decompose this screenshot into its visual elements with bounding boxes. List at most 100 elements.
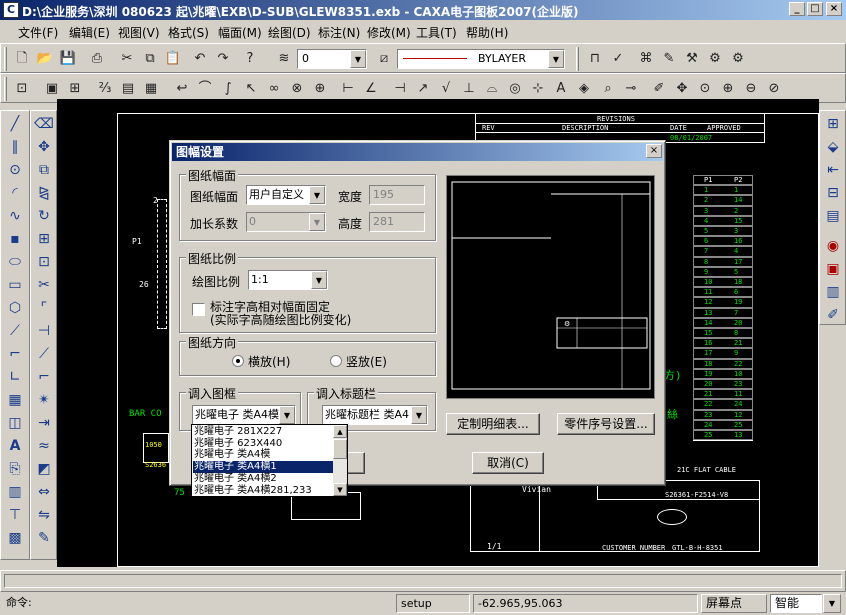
titleblock-select[interactable]: 兆曜标题栏 类A4 ▼: [322, 405, 428, 425]
note-icon[interactable]: ✐: [822, 304, 844, 326]
pointer-icon[interactable]: ↖: [240, 78, 262, 100]
check-icon[interactable]: ✓: [607, 48, 629, 70]
center-mark-icon[interactable]: ⊹: [527, 78, 549, 100]
chevron-down-icon[interactable]: ▼: [411, 406, 427, 424]
curve-icon[interactable]: ∫: [217, 78, 239, 100]
stretch-icon[interactable]: ⇥: [33, 412, 55, 434]
scroll-up-icon[interactable]: ▲: [333, 425, 347, 438]
toolbar-grip[interactable]: [576, 47, 579, 71]
search-icon[interactable]: ⌕: [597, 78, 619, 100]
scroll-down-icon[interactable]: ▼: [333, 483, 347, 496]
angle-dim-icon[interactable]: ∠: [360, 78, 382, 100]
zoom-window-icon[interactable]: ⊙: [694, 78, 716, 100]
fixed-text-height-checkbox[interactable]: [192, 303, 205, 316]
chevron-down-icon[interactable]: ▼: [311, 271, 327, 289]
paste-icon[interactable]: 📋: [162, 48, 184, 70]
settings-icon[interactable]: ⚙: [727, 48, 749, 70]
part-number-icon[interactable]: ⅔: [94, 78, 116, 100]
command-prompt[interactable]: 命令:: [2, 594, 392, 613]
rectangle-icon[interactable]: ▭: [4, 274, 26, 296]
mirror-icon[interactable]: ⧎: [33, 182, 55, 204]
record-icon[interactable]: ◉: [822, 235, 844, 257]
arc-icon[interactable]: ◜: [4, 182, 26, 204]
menu-draw[interactable]: 绘图(D): [268, 24, 311, 41]
align-icon[interactable]: ⇋: [33, 504, 55, 526]
snap-mode-select[interactable]: 智能: [770, 594, 822, 613]
circle-icon[interactable]: ⊙: [4, 159, 26, 181]
chevron-down-icon[interactable]: ▼: [350, 50, 366, 68]
cube-icon[interactable]: ⬙: [822, 136, 844, 158]
snap-icon[interactable]: ⊓: [584, 48, 606, 70]
text-icon[interactable]: A: [550, 78, 572, 100]
screen-point-toggle[interactable]: 屏幕点: [701, 594, 767, 613]
menu-format[interactable]: 格式(S): [168, 24, 209, 41]
cut-icon[interactable]: ✂: [116, 48, 138, 70]
part-number-settings-button[interactable]: 零件序号设置...: [557, 413, 655, 435]
cancel-button[interactable]: 取消(C): [472, 452, 544, 474]
height-field[interactable]: 281: [369, 212, 425, 232]
maximize-button[interactable]: □: [807, 2, 823, 16]
spline-icon[interactable]: ∿: [4, 205, 26, 227]
crosshair-icon[interactable]: ⊕: [309, 78, 331, 100]
align-icon[interactable]: ⇤: [822, 159, 844, 181]
table-icon[interactable]: ▦: [140, 78, 162, 100]
arc-icon[interactable]: ⌒: [194, 78, 216, 100]
point-icon[interactable]: ▪: [4, 228, 26, 250]
chevron-down-icon[interactable]: ▼: [279, 406, 295, 424]
ellipse-icon[interactable]: ⬭: [4, 251, 26, 273]
fillet-icon[interactable]: ⌜: [33, 297, 55, 319]
chamfer-icon[interactable]: ⟋: [33, 343, 55, 365]
undo-icon[interactable]: ↶: [189, 48, 211, 70]
pen-icon[interactable]: ✐: [648, 78, 670, 100]
centerline-icon[interactable]: ⌐: [4, 343, 26, 365]
brush-icon[interactable]: ✎: [33, 527, 55, 549]
width-field[interactable]: 195: [369, 185, 425, 205]
frame-option[interactable]: 兆曜电子 623X440: [193, 438, 333, 450]
attribute-icon[interactable]: ⌘: [635, 48, 657, 70]
zoom-out-icon[interactable]: ⊖: [740, 78, 762, 100]
chevron-down-icon[interactable]: ▼: [823, 594, 841, 613]
dimension-icon[interactable]: ⊢: [337, 78, 359, 100]
break-icon[interactable]: ⌐: [33, 366, 55, 388]
custom-bom-button[interactable]: 定制明细表...: [446, 413, 540, 435]
menu-edit[interactable]: 编辑(E): [69, 24, 110, 41]
hatch-icon[interactable]: ⊗: [286, 78, 308, 100]
titleblock-icon[interactable]: ⊞: [64, 78, 86, 100]
line-icon[interactable]: ╱: [4, 113, 26, 135]
tolerance-icon[interactable]: ⊣: [389, 78, 411, 100]
dialog-close-button[interactable]: ×: [646, 144, 662, 158]
frame-option[interactable]: 兆曜电子 类A4横1: [193, 461, 333, 474]
block-icon[interactable]: ◫: [4, 412, 26, 434]
equidistant-icon[interactable]: ∟: [4, 366, 26, 388]
open-folder-icon[interactable]: 📂: [34, 48, 56, 70]
frame-option[interactable]: 兆曜电子 类A4横281,233: [193, 485, 333, 497]
redo-icon[interactable]: ↷: [212, 48, 234, 70]
extend-icon[interactable]: ⊣: [33, 320, 55, 342]
view-all-icon[interactable]: ⊡: [11, 78, 33, 100]
toolbar-grip[interactable]: [4, 77, 7, 101]
camera-icon[interactable]: ▣: [822, 258, 844, 280]
scale-icon[interactable]: ⊡: [33, 251, 55, 273]
menu-tools[interactable]: 工具(T): [416, 24, 457, 41]
zoom-in-icon[interactable]: ⊕: [717, 78, 739, 100]
copy-icon[interactable]: ⧉: [33, 159, 55, 181]
table-icon[interactable]: ▤: [822, 205, 844, 227]
polyline-icon[interactable]: ⟋: [4, 320, 26, 342]
menu-annotate[interactable]: 标注(N): [318, 24, 360, 41]
library-icon[interactable]: ⎘: [4, 458, 26, 480]
layer-icon[interactable]: ≋: [273, 48, 295, 70]
block-insert-icon[interactable]: ⊞: [822, 113, 844, 135]
move-icon[interactable]: ✥: [33, 136, 55, 158]
app-icon[interactable]: C: [3, 2, 19, 18]
line-icon[interactable]: ↩: [171, 78, 193, 100]
rotate-icon[interactable]: ↻: [33, 205, 55, 227]
menu-modify[interactable]: 修改(M): [367, 24, 411, 41]
roughness-icon[interactable]: √: [435, 78, 457, 100]
chart-icon[interactable]: ▥: [4, 481, 26, 503]
linestyle-icon[interactable]: ⧄: [373, 48, 395, 70]
chevron-down-icon[interactable]: ▼: [309, 186, 325, 204]
bom-icon[interactable]: ▤: [117, 78, 139, 100]
paper-size-select[interactable]: 用户自定义 ▼: [246, 185, 326, 205]
zoom-prev-icon[interactable]: ⊘: [763, 78, 785, 100]
menu-file[interactable]: 文件(F): [18, 24, 58, 41]
